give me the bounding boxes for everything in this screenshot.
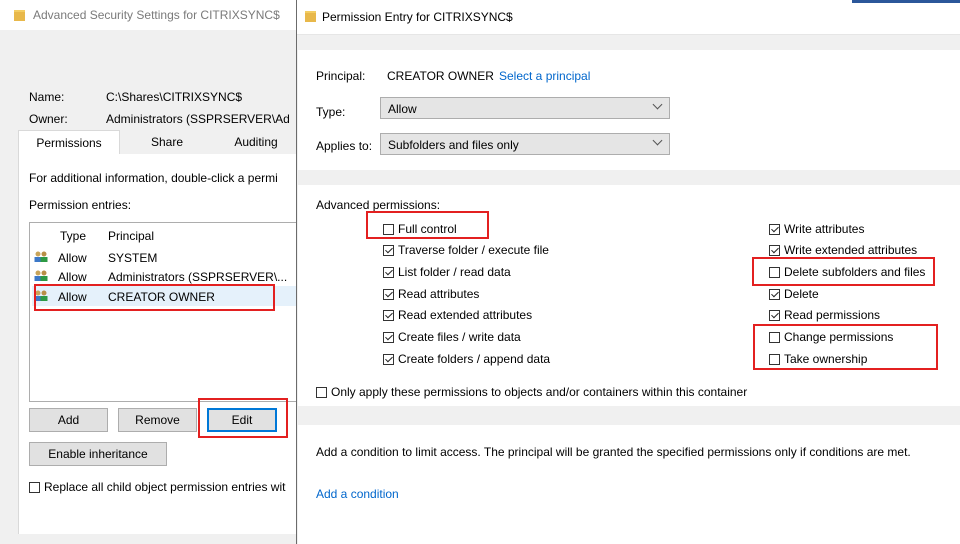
perm-label: Create files / write data <box>398 330 521 344</box>
highlight-creator-owner <box>34 284 275 311</box>
perm-label: Create folders / append data <box>398 352 551 366</box>
row-type: Allow <box>58 251 87 265</box>
perm-label: Read attributes <box>398 287 480 301</box>
row-principal: SYSTEM <box>108 251 158 265</box>
perm-traverse-folder[interactable]: Traverse folder / execute file <box>383 243 549 257</box>
checkbox[interactable] <box>383 288 394 300</box>
checkbox[interactable] <box>383 331 394 343</box>
applies-to-value: Subfolders and files only <box>388 138 519 152</box>
perm-write-extended-attributes[interactable]: Write extended attributes <box>769 243 917 257</box>
owner-value: Administrators (SSPRSERVER\Ad <box>106 112 290 126</box>
highlight-full-control <box>366 211 489 239</box>
type-select[interactable]: Allow <box>380 97 670 119</box>
replace-entries-checkbox[interactable]: Replace all child object permission entr… <box>29 480 296 494</box>
applies-to-label: Applies to: <box>316 139 373 153</box>
type-label: Type: <box>316 105 346 119</box>
users-icon <box>34 251 48 262</box>
perm-label: Read permissions <box>784 308 881 322</box>
perm-create-files[interactable]: Create files / write data <box>383 330 521 344</box>
perm-list-folder[interactable]: List folder / read data <box>383 265 511 279</box>
perm-label: Write extended attributes <box>784 243 918 257</box>
folder-icon <box>305 11 316 22</box>
perm-read-permissions[interactable]: Read permissions <box>769 308 880 322</box>
perm-label: Traverse folder / execute file <box>398 243 549 257</box>
tab-bar: Permissions Share Auditing <box>18 130 296 156</box>
add-condition-link[interactable]: Add a condition <box>316 487 399 501</box>
chevron-down-icon <box>652 99 663 110</box>
checkbox[interactable] <box>383 309 394 321</box>
perm-label: Write attributes <box>784 222 865 236</box>
perm-label: List folder / read data <box>398 265 511 279</box>
checkbox[interactable] <box>769 244 780 256</box>
type-value: Allow <box>388 102 417 116</box>
title-accent <box>852 0 960 3</box>
permission-entries-list[interactable]: Type Principal Allow SYSTEM Allow Admini… <box>29 222 297 402</box>
add-button[interactable]: Add <box>29 408 108 432</box>
highlight-change-take-ownership <box>753 324 938 370</box>
only-apply-label: Only apply these permissions to objects … <box>331 385 748 399</box>
remove-button[interactable]: Remove <box>118 408 197 432</box>
column-type[interactable]: Type <box>60 229 86 243</box>
principal-value: CREATOR OWNER <box>387 69 494 83</box>
highlight-edit <box>198 398 288 438</box>
perm-label: Delete <box>784 287 819 301</box>
checkbox[interactable] <box>383 266 394 278</box>
perm-read-attributes[interactable]: Read attributes <box>383 287 479 301</box>
row-type: Allow <box>58 270 87 284</box>
folder-icon <box>14 10 25 21</box>
title-bar: Advanced Security Settings for CITRIXSYN… <box>0 0 296 30</box>
principal-label: Principal: <box>316 69 366 83</box>
advanced-permissions-label: Advanced permissions: <box>316 198 441 212</box>
checkbox[interactable] <box>29 481 40 493</box>
checkbox[interactable] <box>383 353 394 365</box>
principal-section: Principal: CREATOR OWNER Select a princi… <box>298 50 960 170</box>
table-row[interactable]: Allow SYSTEM <box>34 249 296 267</box>
name-label: Name: <box>29 90 65 104</box>
info-text: For additional information, double-click… <box>29 171 278 185</box>
users-icon <box>34 270 48 281</box>
replace-entries-label: Replace all child object permission entr… <box>44 480 286 494</box>
perm-label: Read extended attributes <box>398 308 533 322</box>
advanced-security-window: Advanced Security Settings for CITRIXSYN… <box>0 0 297 544</box>
select-principal-link[interactable]: Select a principal <box>499 69 590 83</box>
name-value: C:\Shares\CITRIXSYNC$ <box>106 90 243 104</box>
tab-auditing[interactable]: Auditing <box>216 130 296 154</box>
checkbox[interactable] <box>769 288 780 300</box>
highlight-delete-subfolders <box>752 257 935 286</box>
perm-delete[interactable]: Delete <box>769 287 819 301</box>
owner-label: Owner: <box>29 112 68 126</box>
entries-label: Permission entries: <box>29 198 132 212</box>
conditions-section: Add a condition to limit access. The pri… <box>298 425 960 544</box>
checkbox[interactable] <box>383 244 394 256</box>
column-principal[interactable]: Principal <box>108 229 154 243</box>
permission-entry-window: Permission Entry for CITRIXSYNC$ Princip… <box>296 0 960 544</box>
checkbox[interactable] <box>316 386 327 398</box>
perm-create-folders[interactable]: Create folders / append data <box>383 352 550 366</box>
tab-permissions[interactable]: Permissions <box>18 130 120 156</box>
perm-read-extended-attributes[interactable]: Read extended attributes <box>383 308 532 322</box>
condition-text: Add a condition to limit access. The pri… <box>316 445 911 459</box>
window-title: Advanced Security Settings for CITRIXSYN… <box>33 8 280 22</box>
perm-write-attributes[interactable]: Write attributes <box>769 222 864 236</box>
chevron-down-icon <box>652 135 663 146</box>
only-apply-checkbox[interactable]: Only apply these permissions to objects … <box>316 385 747 399</box>
enable-inheritance-button[interactable]: Enable inheritance <box>29 442 167 466</box>
title-bar: Permission Entry for CITRIXSYNC$ <box>297 0 960 35</box>
applies-to-select[interactable]: Subfolders and files only <box>380 133 670 155</box>
row-principal: Administrators (SSPRSERVER\... <box>108 270 288 284</box>
window-title: Permission Entry for CITRIXSYNC$ <box>322 10 513 24</box>
checkbox[interactable] <box>769 309 780 321</box>
tab-share[interactable]: Share <box>118 130 216 154</box>
checkbox[interactable] <box>769 223 780 235</box>
